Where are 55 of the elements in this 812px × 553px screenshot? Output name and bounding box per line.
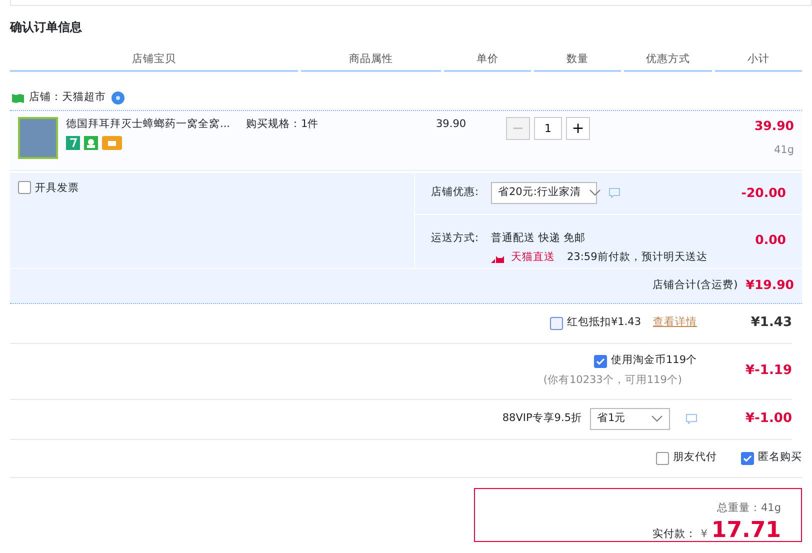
product-spec: 购买规格：1件 <box>246 116 319 132</box>
caret-icon <box>651 415 663 423</box>
checkbox[interactable] <box>18 180 31 194</box>
select-value: 省20元:行业家清 <box>498 185 581 200</box>
column-header: 单价 <box>444 52 532 72</box>
adjustment-amount: ¥-1.00 <box>744 410 792 428</box>
shipping-label: 运送方式: <box>431 230 480 246</box>
product-title[interactable]: 德国拜耳拜灭士蟑螂药一窝全窝... <box>66 116 230 132</box>
shop-total-amount: ¥19.90 <box>746 276 794 294</box>
total-weight: 总重量：41g <box>716 500 781 516</box>
option-label: 匿名购买 <box>758 450 802 466</box>
page-title: 确认订单信息 <box>10 19 83 36</box>
shop-name: 店铺：天猫超市 <box>29 90 106 105</box>
seven-day-icon <box>66 136 80 150</box>
vip-select[interactable]: 省1元 <box>590 408 670 430</box>
checkbox[interactable] <box>550 316 563 330</box>
invoice-label: 开具发票 <box>35 180 79 196</box>
shop-total-label: 店铺合计(含运费) <box>652 278 738 293</box>
adjustment-amount: ¥-1.19 <box>744 362 792 380</box>
total-amount: 17.71 <box>711 520 781 542</box>
column-header: 商品属性 <box>301 52 441 72</box>
column-header: 小计 <box>714 52 802 72</box>
adjustment-label: 88VIP专享9.5折 <box>502 411 582 426</box>
delivery-note: 23:59前付款，预计明天送达 <box>567 250 708 266</box>
column-header: 店铺宝贝 <box>10 52 298 72</box>
column-header: 优惠方式 <box>624 52 712 72</box>
adjustment-label: 红包抵扣¥1.43 <box>566 315 641 330</box>
adjustment-amount: ¥1.43 <box>750 314 792 332</box>
message-icon <box>686 414 697 424</box>
option-label: 朋友代付 <box>673 450 717 466</box>
select-value: 省1元 <box>597 411 626 426</box>
product-photo-placeholder <box>18 116 58 158</box>
column-header: 数量 <box>534 52 622 72</box>
caret-icon <box>588 189 601 197</box>
message-icon <box>609 188 620 198</box>
card-icon <box>102 136 122 150</box>
plus-button[interactable]: + <box>566 116 590 140</box>
discount-label: 店铺优惠: <box>431 185 480 200</box>
delivery-service-label: 天猫直送 <box>511 250 555 266</box>
cat-icon <box>491 254 507 263</box>
coin-balance-note: (你有10233个，可用119个) <box>543 373 682 388</box>
shipping-method: 普通配送 快递 免邮 <box>491 230 587 246</box>
pay-label: 实付款： <box>652 527 697 542</box>
adjustment-label: 使用淘金币119个 <box>610 353 697 368</box>
unit-price: 39.90 <box>436 116 468 132</box>
quantity-field[interactable]: 1 <box>534 116 562 140</box>
shipping-amount: 0.00 <box>755 230 786 248</box>
currency-symbol: ¥ <box>700 527 708 542</box>
checkbox[interactable] <box>656 452 669 464</box>
subtotal: 39.90 <box>754 116 794 134</box>
checkbox[interactable] <box>594 354 607 368</box>
weight-text: 41g <box>772 143 794 158</box>
discount-amount: -20.00 <box>741 184 786 202</box>
checkbox[interactable] <box>741 452 754 464</box>
shop-icon <box>12 92 24 103</box>
